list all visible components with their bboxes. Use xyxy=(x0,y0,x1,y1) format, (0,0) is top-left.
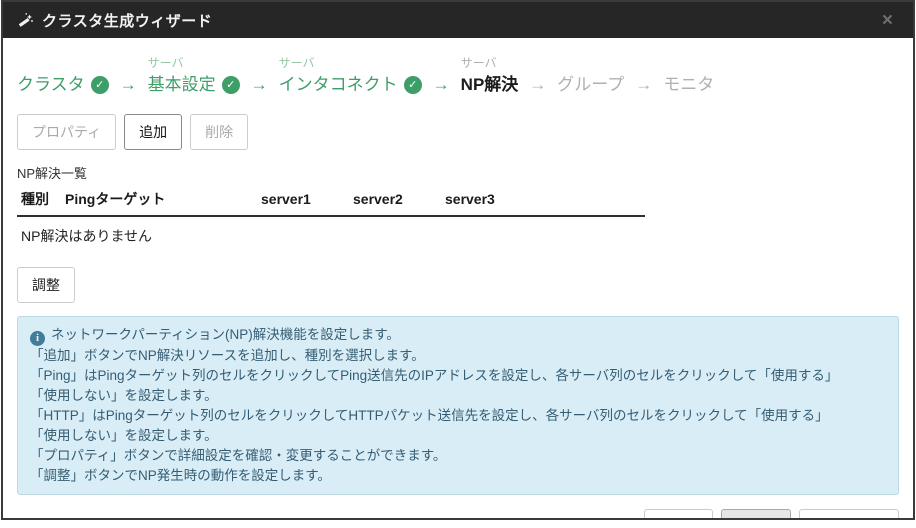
step-sublabel: サーバ xyxy=(461,54,497,72)
dialog-footer: ◀戻る 次へ▶ キャンセル xyxy=(3,495,913,521)
column-server1: server1 xyxy=(257,186,349,216)
check-icon: ✓ xyxy=(404,76,422,94)
step-interconnect[interactable]: サーバ インタコネクト ✓ xyxy=(279,54,422,98)
info-line: 「追加」ボタンでNP解決リソースを追加し、種別を選択します。 xyxy=(30,346,886,366)
step-arrow-icon: → xyxy=(251,72,268,98)
wizard-steps: クラスタ ✓ → サーバ 基本設定 ✓ → サーバ インタコネクト ✓ → サーバ N… xyxy=(17,54,899,98)
info-line: 「HTTP」はPingターゲット列のセルをクリックしてHTTPパケット送信先を設… xyxy=(30,406,886,426)
step-arrow-icon: → xyxy=(529,72,546,98)
step-cluster[interactable]: クラスタ ✓ xyxy=(17,72,109,98)
step-label: グループ xyxy=(557,72,624,98)
close-icon[interactable]: × xyxy=(876,9,899,32)
column-server3: server3 xyxy=(441,186,645,216)
column-type: 種別 xyxy=(17,186,61,216)
empty-list-message: NP解決はありません xyxy=(17,217,899,254)
step-monitor[interactable]: モニタ xyxy=(663,72,714,98)
np-list-caption: NP解決一覧 xyxy=(17,163,899,182)
step-sublabel: サーバ xyxy=(148,54,184,72)
table-header-row: 種別 Pingターゲット server1 server2 server3 xyxy=(17,186,645,216)
back-label: 戻る xyxy=(670,520,698,521)
check-icon: ✓ xyxy=(222,76,240,94)
step-label: クラスタ xyxy=(17,72,85,98)
cluster-wizard-dialog: クラスタ生成ウィザード × クラスタ ✓ → サーバ 基本設定 ✓ → サーバ イン… xyxy=(1,0,915,520)
info-line: 「プロパティ」ボタンで詳細設定を確認・変更することができます。 xyxy=(30,446,886,466)
column-server2: server2 xyxy=(349,186,441,216)
tune-button[interactable]: 調整 xyxy=(17,267,75,303)
step-arrow-icon: → xyxy=(120,72,137,98)
np-resolution-table: 種別 Pingターゲット server1 server2 server3 xyxy=(17,186,645,217)
step-arrow-icon: → xyxy=(635,72,652,98)
property-button[interactable]: プロパティ xyxy=(17,114,116,150)
dialog-content: クラスタ ✓ → サーバ 基本設定 ✓ → サーバ インタコネクト ✓ → サーバ N… xyxy=(3,38,913,495)
dialog-title: クラスタ生成ウィザード xyxy=(42,10,212,31)
next-button[interactable]: 次へ▶ xyxy=(721,509,791,521)
next-label: 次へ xyxy=(736,520,764,521)
delete-button[interactable]: 削除 xyxy=(190,114,248,150)
guide-infobox: i ネットワークパーティション(NP)解決機能を設定します。 「追加」ボタンでNP… xyxy=(17,316,899,495)
np-toolbar: プロパティ 追加 削除 xyxy=(17,114,899,150)
add-button[interactable]: 追加 xyxy=(124,114,182,150)
step-label: NP解決 xyxy=(461,72,519,98)
step-arrow-icon: → xyxy=(433,72,450,98)
step-label: 基本設定 xyxy=(148,72,216,98)
check-icon: ✓ xyxy=(91,76,109,94)
info-text: ネットワークパーティション(NP)解決機能を設定します。 xyxy=(51,327,400,342)
step-sublabel: サーバ xyxy=(279,54,315,72)
info-line: 「調整」ボタンでNP発生時の動作を設定します。 xyxy=(30,466,886,486)
info-line: i ネットワークパーティション(NP)解決機能を設定します。 xyxy=(30,325,886,346)
info-line: 「使用しない」を設定します。 xyxy=(30,426,886,446)
step-group[interactable]: グループ xyxy=(557,72,624,98)
info-line: 「Ping」はPingターゲット列のセルをクリックしてPing送信先のIPアドレ… xyxy=(30,366,886,386)
back-button[interactable]: ◀戻る xyxy=(644,509,714,521)
step-label: モニタ xyxy=(663,72,714,98)
info-icon: i xyxy=(30,331,45,346)
wand-icon xyxy=(17,12,34,29)
step-np-resolution[interactable]: サーバ NP解決 xyxy=(461,54,519,98)
column-ping-target: Pingターゲット xyxy=(61,186,257,216)
dialog-titlebar: クラスタ生成ウィザード × xyxy=(3,2,913,38)
cancel-button[interactable]: キャンセル xyxy=(799,509,899,521)
info-line: 「使用しない」を設定します。 xyxy=(30,386,886,406)
step-basic-settings[interactable]: サーバ 基本設定 ✓ xyxy=(148,54,240,98)
step-label: インタコネクト xyxy=(279,72,398,98)
